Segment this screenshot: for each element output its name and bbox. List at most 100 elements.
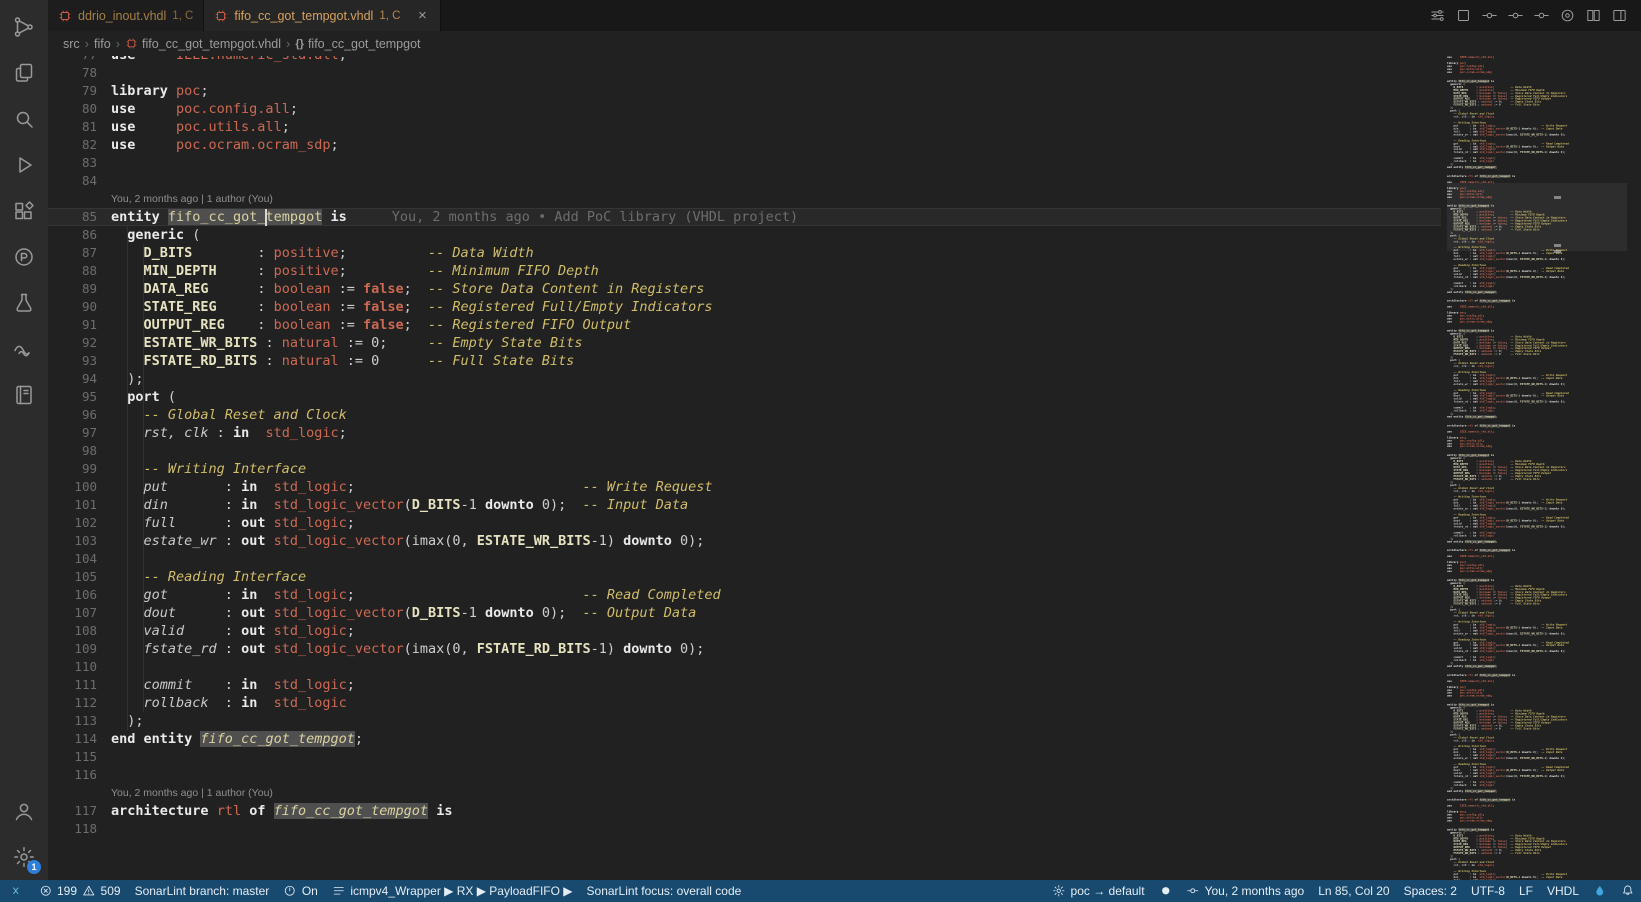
code-line[interactable]: 110 [48,658,1441,676]
language-mode[interactable]: VHDL [1540,880,1586,902]
code-line[interactable]: 102 full : out std_logic; [48,514,1441,532]
drop-icon [1593,884,1607,898]
code-line[interactable]: 109 fstate_rd : out std_logic_vector(ima… [48,640,1441,658]
code-line[interactable]: 112 rollback : in std_logic [48,694,1441,712]
account-icon[interactable] [0,788,48,834]
code-line[interactable]: 81use poc.utils.all; [48,118,1441,136]
code-line[interactable]: 115 [48,748,1441,766]
code-line[interactable]: 78 [48,64,1441,82]
minimap-slider[interactable] [1447,183,1627,251]
code-line[interactable]: 84 [48,172,1441,190]
code-line[interactable]: 85entity fifo_cc_got_tempgot isYou, 2 mo… [48,208,1441,226]
code-line[interactable]: 99 -- Writing Interface [48,460,1441,478]
code-line[interactable]: 90 STATE_REG : boolean := false; -- Regi… [48,298,1441,316]
error-icon [39,884,53,898]
code-line[interactable]: 87 D_BITS : positive; -- Data Width [48,244,1441,262]
commit-node-icon[interactable] [1477,4,1501,28]
hierarchy-path[interactable]: icmpv4_Wrapper ▶ RX ▶ PayloadFIFO ▶ [325,880,580,902]
active-config[interactable]: poc → default [1045,880,1152,902]
code-line[interactable]: 80use poc.config.all; [48,100,1441,118]
beaker-icon[interactable] [0,280,48,326]
problems-indicator[interactable]: 199509 [32,880,128,902]
code-line[interactable]: 107 dout : out std_logic_vector(D_BITS-1… [48,604,1441,622]
code-line[interactable]: 96 -- Global Reset and Clock [48,406,1441,424]
sonarlint-branch[interactable]: SonarLint branch: master [128,880,277,902]
code-line[interactable]: 106 got : in std_logic; -- Read Complete… [48,586,1441,604]
breadcrumb-item[interactable]: fifo_cc_got_tempgot.vhdl [125,37,281,51]
code-line[interactable]: 88 MIN_DEPTH : positive; -- Minimum FIFO… [48,262,1441,280]
target-icon[interactable] [1555,4,1579,28]
code-line[interactable]: 94 ); [48,370,1441,388]
tune-icon[interactable] [1425,4,1449,28]
git-graph-icon[interactable] [0,4,48,50]
codelens[interactable]: You, 2 months ago | 1 author (You) [48,190,1441,208]
split-editor-icon[interactable] [1581,4,1605,28]
code-line[interactable]: 77use IEEE.numeric_std.all; [48,56,1441,64]
sonarlint-icon[interactable] [0,326,48,372]
line-number: 88 [48,262,111,280]
cursor-position[interactable]: Ln 85, Col 20 [1311,880,1396,902]
code-line[interactable]: 111 commit : in std_logic; [48,676,1441,694]
notifications[interactable] [1614,880,1641,902]
code-line[interactable]: 116 [48,766,1441,784]
encoding[interactable]: UTF-8 [1464,880,1512,902]
git-blame-status-label: You, 2 months ago [1205,884,1305,898]
eol[interactable]: LF [1512,880,1540,902]
tab-ddrio_inout.vhdl[interactable]: ddrio_inout.vhdl1, C [48,0,204,31]
line-number: 113 [48,712,111,730]
code-line[interactable]: 79library poc; [48,82,1441,100]
language-status[interactable] [1586,880,1614,902]
sonarlint-focus[interactable]: SonarLint focus: overall code [580,880,749,902]
code-line[interactable]: 108 valid : out std_logic; [48,622,1441,640]
settings-gear-icon[interactable]: 1 [0,834,48,880]
code-line[interactable]: 93 FSTATE_RD_BITS : natural := 0 -- Full… [48,352,1441,370]
code-line[interactable]: 91 OUTPUT_REG : boolean := false; -- Reg… [48,316,1441,334]
line-number: 80 [48,100,111,118]
run-debug-icon[interactable] [0,142,48,188]
commit-node-icon[interactable] [1529,4,1553,28]
connection-status[interactable] [1152,880,1180,902]
code-line[interactable]: 82use poc.ocram.ocram_sdp; [48,136,1441,154]
tab-fifo_cc_got_tempgot.vhdl[interactable]: fifo_cc_got_tempgot.vhdl1, C× [204,0,441,31]
remote-icon [9,884,23,898]
indentation[interactable]: Spaces: 2 [1397,880,1464,902]
code-line[interactable]: 97 rst, clk : in std_logic; [48,424,1441,442]
code-line[interactable]: 118 [48,820,1441,838]
layout-icon[interactable] [1607,4,1631,28]
code-line[interactable]: 101 din : in std_logic_vector(D_BITS-1 d… [48,496,1441,514]
editor-content[interactable]: 77use IEEE.numeric_std.all;7879library p… [48,56,1441,838]
git-blame-status[interactable]: You, 2 months ago [1179,880,1311,902]
code-line[interactable]: 113 ); [48,712,1441,730]
files-icon[interactable] [0,50,48,96]
code-line[interactable]: 98 [48,442,1441,460]
breadcrumb-item[interactable]: src [63,37,80,51]
code-line[interactable]: 105 -- Reading Interface [48,568,1441,586]
commit-node-icon[interactable] [1503,4,1527,28]
frame-icon[interactable] [1451,4,1475,28]
code-line[interactable]: 83 [48,154,1441,172]
code-line[interactable]: 92 ESTATE_WR_BITS : natural := 0; -- Emp… [48,334,1441,352]
code-line[interactable]: 100 put : in std_logic; -- Write Request [48,478,1441,496]
overview-ruler-mark [1554,250,1561,253]
extensions-icon[interactable] [0,188,48,234]
code-line[interactable]: 117architecture rtl of fifo_cc_got_tempg… [48,802,1441,820]
code-line[interactable]: 103 estate_wr : out std_logic_vector(ima… [48,532,1441,550]
notebook-icon[interactable] [0,372,48,418]
circle-p-icon[interactable] [0,234,48,280]
code-line[interactable]: 114end entity fifo_cc_got_tempgot; [48,730,1441,748]
list-icon [332,884,346,898]
breadcrumb-item[interactable]: fifo [94,37,111,51]
breadcrumb-label: fifo [94,37,111,51]
close-icon[interactable]: × [414,7,430,24]
code-line[interactable]: 89 DATA_REG : boolean := false; -- Store… [48,280,1441,298]
sonarlint-toggle[interactable]: On [276,880,325,902]
minimap[interactable]: use IEEE.numeric_std.all;library poc;use… [1447,56,1627,880]
line-number: 85 [48,208,111,226]
remote-indicator[interactable] [0,880,32,902]
codelens[interactable]: You, 2 months ago | 1 author (You) [48,784,1441,802]
breadcrumb-item[interactable]: {}fifo_cc_got_tempgot [295,37,420,51]
code-line[interactable]: 86 generic ( [48,226,1441,244]
code-line[interactable]: 104 [48,550,1441,568]
code-line[interactable]: 95 port ( [48,388,1441,406]
search-icon[interactable] [0,96,48,142]
